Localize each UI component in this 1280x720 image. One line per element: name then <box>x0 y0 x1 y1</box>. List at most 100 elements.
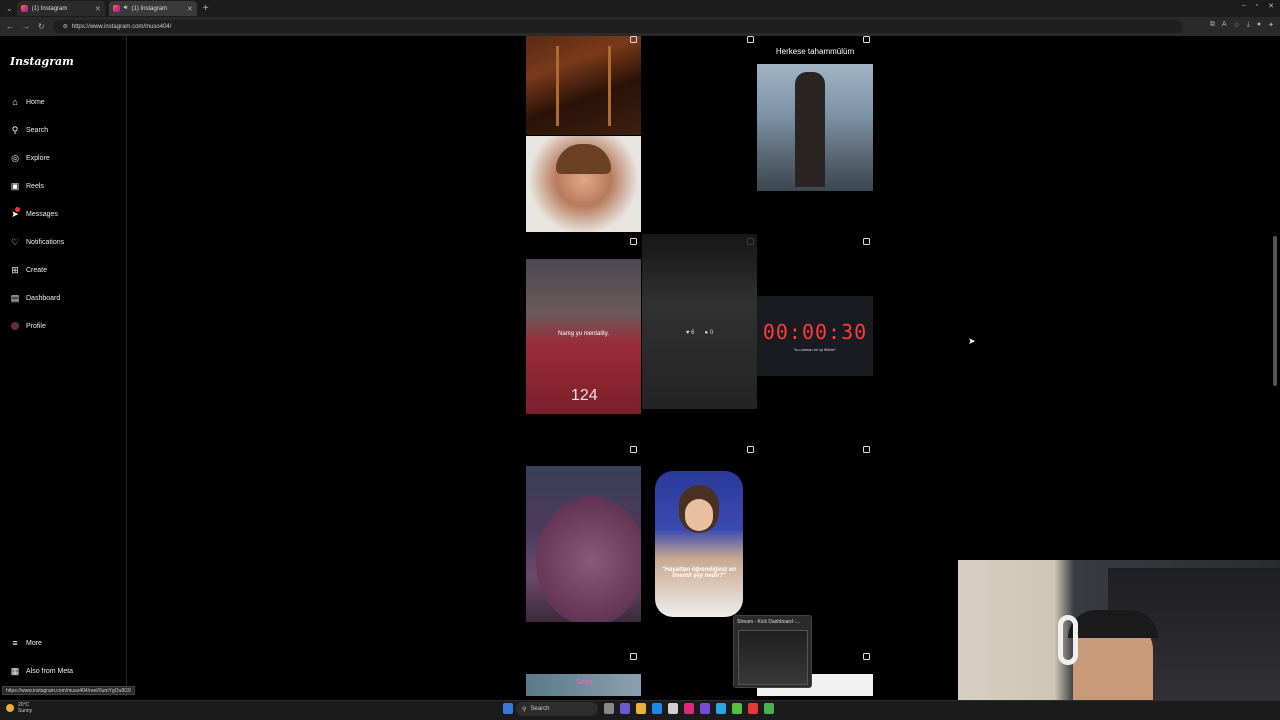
url-text: https://www.instagram.com/muso404/ <box>71 23 172 30</box>
shirt-number: 124 <box>571 387 598 404</box>
window-controls: – ▫ ✕ <box>1242 2 1274 10</box>
reload-icon[interactable]: ↻ <box>38 22 45 31</box>
sidebar-item-explore[interactable]: ◎ Explore <box>10 151 50 165</box>
copilot-icon[interactable] <box>620 703 630 714</box>
maximize-button[interactable]: ▫ <box>1256 2 1258 10</box>
taskbar-search-label: Search <box>530 706 550 712</box>
post-thumbnail[interactable]: "Hayattan öğrendiğiniz en önemli şey ned… <box>655 471 743 617</box>
address-bar-row: ← → ↻ ⊜ https://www.instagram.com/muso40… <box>0 17 1280 36</box>
post-thumbnail[interactable] <box>526 136 641 232</box>
sidebar-item-label: Explore <box>26 154 50 162</box>
obs-icon[interactable] <box>700 703 710 714</box>
instagram-favicon-icon <box>112 5 120 12</box>
instagram-logo[interactable]: Instagram <box>10 55 74 68</box>
post-thumbnail[interactable] <box>526 36 641 135</box>
tab-menu-icon[interactable]: ⌄ <box>6 4 13 13</box>
sidebar-item-label: Create <box>26 266 48 274</box>
open-in-app-icon[interactable]: ⧉ <box>1210 21 1215 29</box>
search-icon: ⚲ <box>11 124 19 135</box>
sidebar-item-dashboard[interactable]: ▤ Dashboard <box>10 291 61 305</box>
hover-stats: ♥ 6 ● 0 <box>642 330 757 336</box>
close-tab-icon[interactable]: ✕ <box>95 5 101 13</box>
translate-icon[interactable]: A <box>1222 21 1227 29</box>
timer-subtitle: "bu zaman en iyi fikirler" <box>793 347 837 352</box>
notepad-icon[interactable] <box>668 703 678 714</box>
sidebar-item-label: Messages <box>26 210 58 218</box>
scrollbar-thumb[interactable] <box>1273 236 1277 386</box>
sidebar-item-home[interactable]: ⌂ Home <box>10 95 44 109</box>
reel-icon <box>630 446 637 453</box>
download-icon[interactable]: ⤓ <box>1247 21 1250 29</box>
sidebar-item-more[interactable]: ≡ More <box>10 636 42 650</box>
post-caption: Song <box>576 679 593 686</box>
avatar <box>11 322 19 330</box>
file-explorer-icon[interactable] <box>636 703 646 714</box>
close-tab-icon[interactable]: ✕ <box>187 5 193 13</box>
back-arrow-icon[interactable]: ← <box>6 22 14 31</box>
post-thumbnail[interactable]: 00:00:30 "bu zaman en iyi fikirler" <box>757 296 873 376</box>
sidebar-item-notifications[interactable]: ♡ Notifications <box>10 235 64 249</box>
popup-title: Stream - Kick Dashboard -... <box>737 619 801 625</box>
telegram-icon[interactable] <box>716 703 726 714</box>
close-window-button[interactable]: ✕ <box>1268 2 1274 10</box>
instagram-favicon-icon <box>20 5 28 12</box>
sidebar-item-messages[interactable]: ➤ Messages <box>10 207 58 221</box>
edge-icon[interactable] <box>652 703 662 714</box>
new-tab-button[interactable]: + <box>203 3 209 14</box>
taskbar-search[interactable]: ⚲ Search <box>516 702 598 716</box>
profile-icon[interactable]: ● <box>1257 21 1261 29</box>
post-thumbnail[interactable] <box>757 64 873 191</box>
weather-widget[interactable]: 20°C Sunny <box>6 702 32 714</box>
extensions-icon[interactable]: ✦ <box>1268 21 1274 29</box>
taskbar-preview-popup[interactable]: Stream - Kick Dashboard -... <box>733 615 812 688</box>
post-thumbnail[interactable]: Namg yu mentality. 124 <box>526 259 641 414</box>
reel-icon <box>747 446 754 453</box>
sidebar-item-profile[interactable]: Profile <box>10 319 46 333</box>
site-info-icon[interactable]: ⊜ <box>63 23 68 30</box>
sidebar-item-reels[interactable]: ▣ Reels <box>10 179 44 193</box>
app-icon[interactable] <box>748 703 758 714</box>
messages-icon: ➤ <box>11 207 20 219</box>
sidebar-item-label: Dashboard <box>26 294 61 302</box>
reel-icon <box>863 653 870 660</box>
reel-icon <box>630 653 637 660</box>
speaker-icon[interactable]: 🔊︎ <box>124 5 128 12</box>
home-icon: ⌂ <box>12 97 18 107</box>
sidebar-item-label: Also from Meta <box>26 667 74 675</box>
reel-icon <box>630 238 637 245</box>
forward-arrow-icon[interactable]: → <box>22 22 30 31</box>
post-thumbnail-hovered[interactable]: ♥ 6 ● 0 <box>642 234 757 409</box>
sidebar-item-create[interactable]: ⊞ Create <box>10 263 47 277</box>
sidebar-item-label: More <box>26 639 42 647</box>
face-shape <box>685 499 713 531</box>
kick-icon[interactable] <box>732 703 742 714</box>
windows-start-icon[interactable] <box>503 703 513 714</box>
tab-label: (1) Instagram <box>131 5 168 12</box>
post-thumbnail[interactable] <box>526 466 641 622</box>
hair-shape <box>556 144 611 174</box>
chrome-icon[interactable] <box>764 703 774 714</box>
notification-badge <box>15 207 20 212</box>
likes-stat: ♥ 6 <box>685 330 695 336</box>
bookmark-star-icon[interactable]: ☆ <box>1234 21 1240 29</box>
reel-icon <box>747 36 754 43</box>
post-caption: Herkese tahammülüm <box>775 47 855 56</box>
mouse-cursor-icon: ➤ <box>968 336 976 346</box>
sidebar-item-also-from-meta[interactable]: ▦ Also from Meta <box>10 664 73 678</box>
instagram-app-icon[interactable] <box>684 703 694 714</box>
task-view-icon[interactable] <box>604 703 614 714</box>
browser-tab-1[interactable]: (1) Instagram ✕ <box>16 1 105 16</box>
browser-tab-2[interactable]: 🔊︎ (1) Instagram ✕ <box>108 1 197 16</box>
reel-icon <box>863 238 870 245</box>
sidebar-item-search[interactable]: ⚲ Search <box>10 123 48 137</box>
compass-icon: ◎ <box>11 152 19 163</box>
tab-label: (1) Instagram <box>31 5 68 12</box>
url-field[interactable]: ⊜ https://www.instagram.com/muso404/ <box>52 20 1183 33</box>
post-thumbnail[interactable]: Song <box>526 674 641 696</box>
stairs-shape <box>556 46 611 126</box>
reel-icon <box>630 36 637 43</box>
minimize-button[interactable]: – <box>1242 2 1246 10</box>
comment-icon: ● <box>704 330 709 336</box>
heart-icon: ♡ <box>10 236 20 247</box>
post-caption: "Hayattan öğrendiğiniz en önemli şey ned… <box>661 567 737 579</box>
